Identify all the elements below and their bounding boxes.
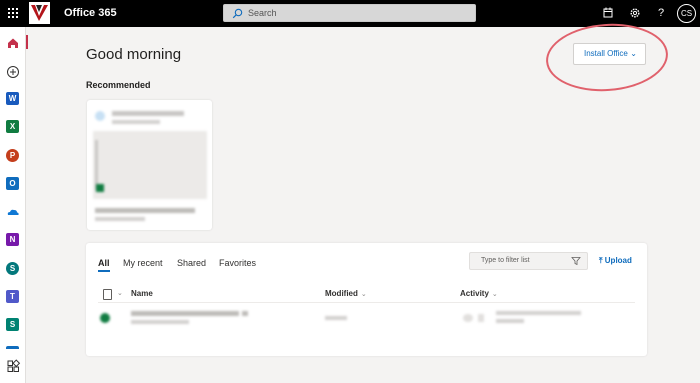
column-header-activity-label: Activity xyxy=(460,289,489,298)
upload-label: Upload xyxy=(604,256,632,265)
home-active-indicator xyxy=(26,35,28,49)
upload-icon: ⤒ xyxy=(599,256,603,265)
files-panel: All My recent Shared Favorites Type to f… xyxy=(86,243,647,356)
column-header-activity[interactable]: Activity ⌄ xyxy=(460,289,498,298)
search-input[interactable]: Search xyxy=(223,4,476,22)
filter-placeholder: Type to filter list xyxy=(481,257,530,264)
powerpoint-icon[interactable]: P xyxy=(5,148,21,164)
organization-logo[interactable] xyxy=(29,2,50,24)
page-title: Good morning xyxy=(86,46,182,63)
word-icon[interactable]: W xyxy=(5,91,21,107)
avatar[interactable]: CS xyxy=(677,4,696,23)
search-placeholder: Search xyxy=(248,8,277,18)
onenote-icon[interactable]: N xyxy=(5,232,21,248)
chevron-down-icon: ⌄ xyxy=(491,291,498,298)
outlook-icon[interactable]: O xyxy=(5,176,21,192)
teams-icon[interactable]: T xyxy=(5,289,21,305)
search-icon xyxy=(232,8,243,19)
annotation-circle xyxy=(543,19,671,96)
excel-icon[interactable]: X xyxy=(5,119,21,135)
top-bar: Office 365 Search ? CS xyxy=(0,0,700,27)
more-apps-icon[interactable] xyxy=(5,345,21,349)
home-icon[interactable] xyxy=(5,35,21,51)
sway-icon[interactable]: S xyxy=(5,317,21,333)
tab-shared[interactable]: Shared xyxy=(177,258,206,268)
left-rail: W X P O N S T S xyxy=(0,27,26,383)
tab-favorites[interactable]: Favorites xyxy=(219,258,256,268)
tab-selected-indicator xyxy=(98,270,110,272)
chevron-down-icon[interactable]: ⌄ xyxy=(117,289,123,297)
tab-all[interactable]: All xyxy=(98,258,110,268)
create-icon[interactable] xyxy=(5,64,21,80)
gear-icon[interactable] xyxy=(628,6,642,20)
apps-icon[interactable] xyxy=(5,358,21,374)
file-type-icon xyxy=(103,289,112,300)
column-header-name[interactable]: Name xyxy=(131,289,153,298)
column-header-modified[interactable]: Modified ⌄ xyxy=(325,289,367,298)
calendar-icon[interactable] xyxy=(601,6,615,20)
sharepoint-icon[interactable]: S xyxy=(5,261,21,277)
recommended-card[interactable] xyxy=(87,100,212,230)
chevron-down-icon: ⌄ xyxy=(360,291,367,298)
filter-input[interactable]: Type to filter list xyxy=(469,252,588,270)
tab-my-recent[interactable]: My recent xyxy=(123,258,163,268)
recommended-heading: Recommended xyxy=(86,80,151,90)
help-icon[interactable]: ? xyxy=(654,6,668,20)
column-header-modified-label: Modified xyxy=(325,289,358,298)
app-launcher-icon[interactable] xyxy=(8,8,18,18)
upload-button[interactable]: ⤒ Upload xyxy=(599,256,632,266)
header-divider xyxy=(98,302,635,303)
app-title[interactable]: Office 365 xyxy=(64,7,117,19)
onedrive-icon[interactable] xyxy=(5,204,21,220)
filter-icon[interactable] xyxy=(571,256,581,266)
